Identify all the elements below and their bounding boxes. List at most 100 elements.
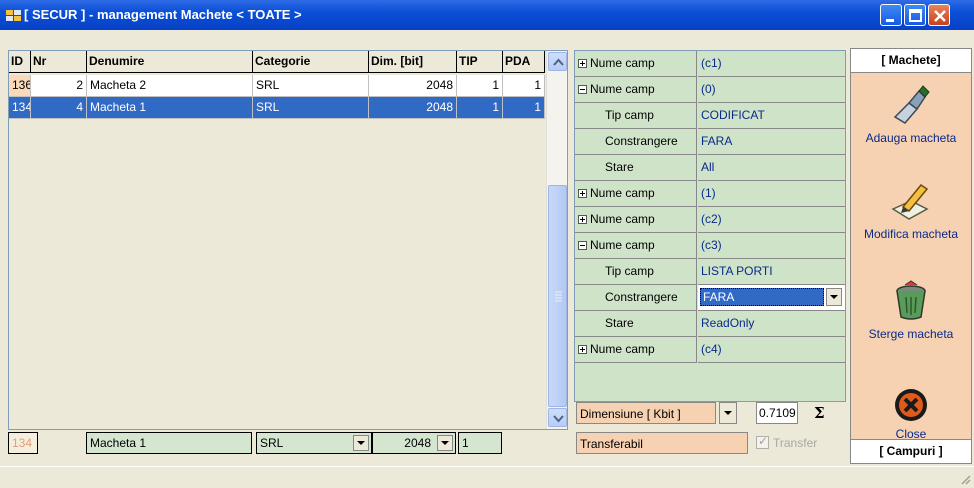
property-name: Nume camp	[575, 233, 697, 259]
collapse-minus-icon[interactable]	[578, 85, 587, 94]
property-value[interactable]: CODIFICAT	[698, 103, 845, 129]
property-name: Tip camp	[575, 259, 697, 285]
property-name: Stare	[575, 155, 697, 181]
edit-template-icon	[891, 183, 929, 220]
dimension-unit-select[interactable]: Dimensiune [ Kbit ]	[576, 402, 716, 424]
table-row[interactable]: 136 2 Macheta 2 SRL 2048 1 1	[9, 75, 545, 97]
expand-plus-icon[interactable]	[578, 345, 587, 354]
cell-denumire: Macheta 1	[87, 97, 253, 119]
cell-categorie: SRL	[253, 75, 369, 97]
property-row[interactable]: Stare All	[575, 155, 845, 181]
edit-template-label: Modifica macheta	[863, 227, 959, 241]
property-value[interactable]: LISTA PORTI	[698, 259, 845, 285]
property-row[interactable]: Nume camp (c4)	[575, 337, 845, 363]
column-header-pda[interactable]: PDA	[503, 51, 545, 73]
categorie-select-value: SRL	[260, 436, 284, 450]
table-row-selected[interactable]: 134 4 Macheta 1 SRL 2048 1 1	[9, 97, 545, 119]
property-name: Tip camp	[575, 103, 697, 129]
dimension-row: Dimensiune [ Kbit ] 0.7109 Σ	[574, 402, 846, 428]
dropdown-arrow-button[interactable]	[826, 288, 842, 306]
chevron-down-icon	[830, 295, 838, 299]
constrangere-dropdown[interactable]: FARA	[698, 285, 845, 311]
expand-plus-icon[interactable]	[578, 59, 587, 68]
minimize-button[interactable]	[880, 4, 902, 26]
column-header-tip[interactable]: TIP	[457, 51, 503, 73]
property-value[interactable]: FARA	[698, 129, 845, 155]
delete-template-button[interactable]: Sterge macheta	[851, 279, 971, 341]
resize-grip-icon[interactable]	[959, 473, 971, 485]
dim-select-value: 2048	[404, 436, 431, 450]
dropdown-selected-value[interactable]: FARA	[700, 288, 824, 306]
add-template-icon	[893, 85, 930, 124]
edit-template-button[interactable]: Modifica macheta	[851, 179, 971, 241]
property-row[interactable]: Nume camp (0)	[575, 77, 845, 103]
grid-header: ID Nr Denumire Categorie Dim. [bit] TIP …	[9, 51, 545, 73]
property-value[interactable]: (c1)	[698, 51, 845, 77]
minimize-icon	[886, 19, 894, 22]
collapse-minus-icon[interactable]	[578, 241, 587, 250]
cell-id: 134	[9, 97, 31, 119]
property-value[interactable]: (c3)	[698, 233, 845, 259]
field-properties-grid[interactable]: Nume camp (c1) Nume camp (0) Tip camp CO…	[574, 50, 846, 402]
id-field[interactable]: 134	[8, 432, 38, 454]
cell-id: 136	[9, 75, 31, 97]
transfer-checkbox[interactable]: Transfer	[756, 434, 818, 450]
property-name: Stare	[575, 311, 697, 337]
chevron-up-icon	[553, 58, 564, 66]
column-header-id[interactable]: ID	[9, 51, 31, 73]
close-window-button[interactable]	[928, 4, 950, 26]
cell-categorie: SRL	[253, 97, 369, 119]
property-name: Nume camp	[575, 207, 697, 233]
property-name: Nume camp	[575, 337, 697, 363]
property-row-editing[interactable]: Constrangere FARA	[575, 285, 845, 311]
property-value[interactable]: (0)	[698, 77, 845, 103]
scroll-up-button[interactable]	[548, 52, 567, 71]
cell-pda: 1	[503, 97, 545, 119]
denumire-field[interactable]: Macheta 1	[86, 432, 252, 454]
property-row[interactable]: Nume camp (c2)	[575, 207, 845, 233]
tip-field[interactable]: 1	[458, 432, 502, 454]
categorie-dropdown-button[interactable]	[353, 435, 369, 451]
property-row[interactable]: Nume camp (1)	[575, 181, 845, 207]
delete-template-label: Sterge macheta	[868, 327, 954, 341]
transfer-checkbox-label: Transfer	[773, 436, 818, 450]
column-header-nr[interactable]: Nr	[31, 51, 87, 73]
property-value[interactable]: (1)	[698, 181, 845, 207]
property-row[interactable]: Stare ReadOnly	[575, 311, 845, 337]
property-value[interactable]: ReadOnly	[698, 311, 845, 337]
grid-vertical-scrollbar[interactable]	[546, 51, 567, 429]
dim-select[interactable]: 2048	[372, 432, 456, 454]
close-button[interactable]: Close	[851, 387, 971, 441]
property-row[interactable]: Tip camp CODIFICAT	[575, 103, 845, 129]
title-bar[interactable]: [ SECUR ] - management Machete < TOATE >	[0, 0, 974, 30]
add-template-button[interactable]: Adauga macheta	[851, 83, 971, 145]
property-value[interactable]: (c4)	[698, 337, 845, 363]
column-header-dim[interactable]: Dim. [bit]	[369, 51, 457, 73]
transferabil-label: Transferabil	[576, 432, 748, 454]
dimension-unit-dropdown-button[interactable]	[719, 402, 737, 424]
app-icon	[6, 10, 21, 21]
cell-tip: 1	[457, 97, 503, 119]
expand-plus-icon[interactable]	[578, 189, 587, 198]
maximize-button[interactable]	[904, 4, 926, 26]
expand-plus-icon[interactable]	[578, 215, 587, 224]
property-row[interactable]: Nume camp (c1)	[575, 51, 845, 77]
categorie-select[interactable]: SRL	[256, 432, 372, 454]
templates-grid[interactable]: ID Nr Denumire Categorie Dim. [bit] TIP …	[8, 50, 568, 430]
column-header-categorie[interactable]: Categorie	[253, 51, 369, 73]
column-header-denumire[interactable]: Denumire	[87, 51, 253, 73]
scroll-down-button[interactable]	[548, 408, 567, 427]
cell-denumire: Macheta 2	[87, 75, 253, 97]
property-name: Nume camp	[575, 51, 697, 77]
property-row[interactable]: Constrangere FARA	[575, 129, 845, 155]
scroll-thumb[interactable]	[548, 185, 567, 407]
dim-dropdown-button[interactable]	[437, 435, 453, 451]
sum-icon[interactable]: Σ	[814, 404, 825, 422]
cell-tip: 1	[457, 75, 503, 97]
property-row[interactable]: Tip camp LISTA PORTI	[575, 259, 845, 285]
property-value[interactable]: (c2)	[698, 207, 845, 233]
sidebar-footer[interactable]: [ Campuri ]	[851, 439, 971, 463]
property-row[interactable]: Nume camp (c3)	[575, 233, 845, 259]
chevron-down-icon	[441, 441, 449, 445]
property-value[interactable]: All	[698, 155, 845, 181]
